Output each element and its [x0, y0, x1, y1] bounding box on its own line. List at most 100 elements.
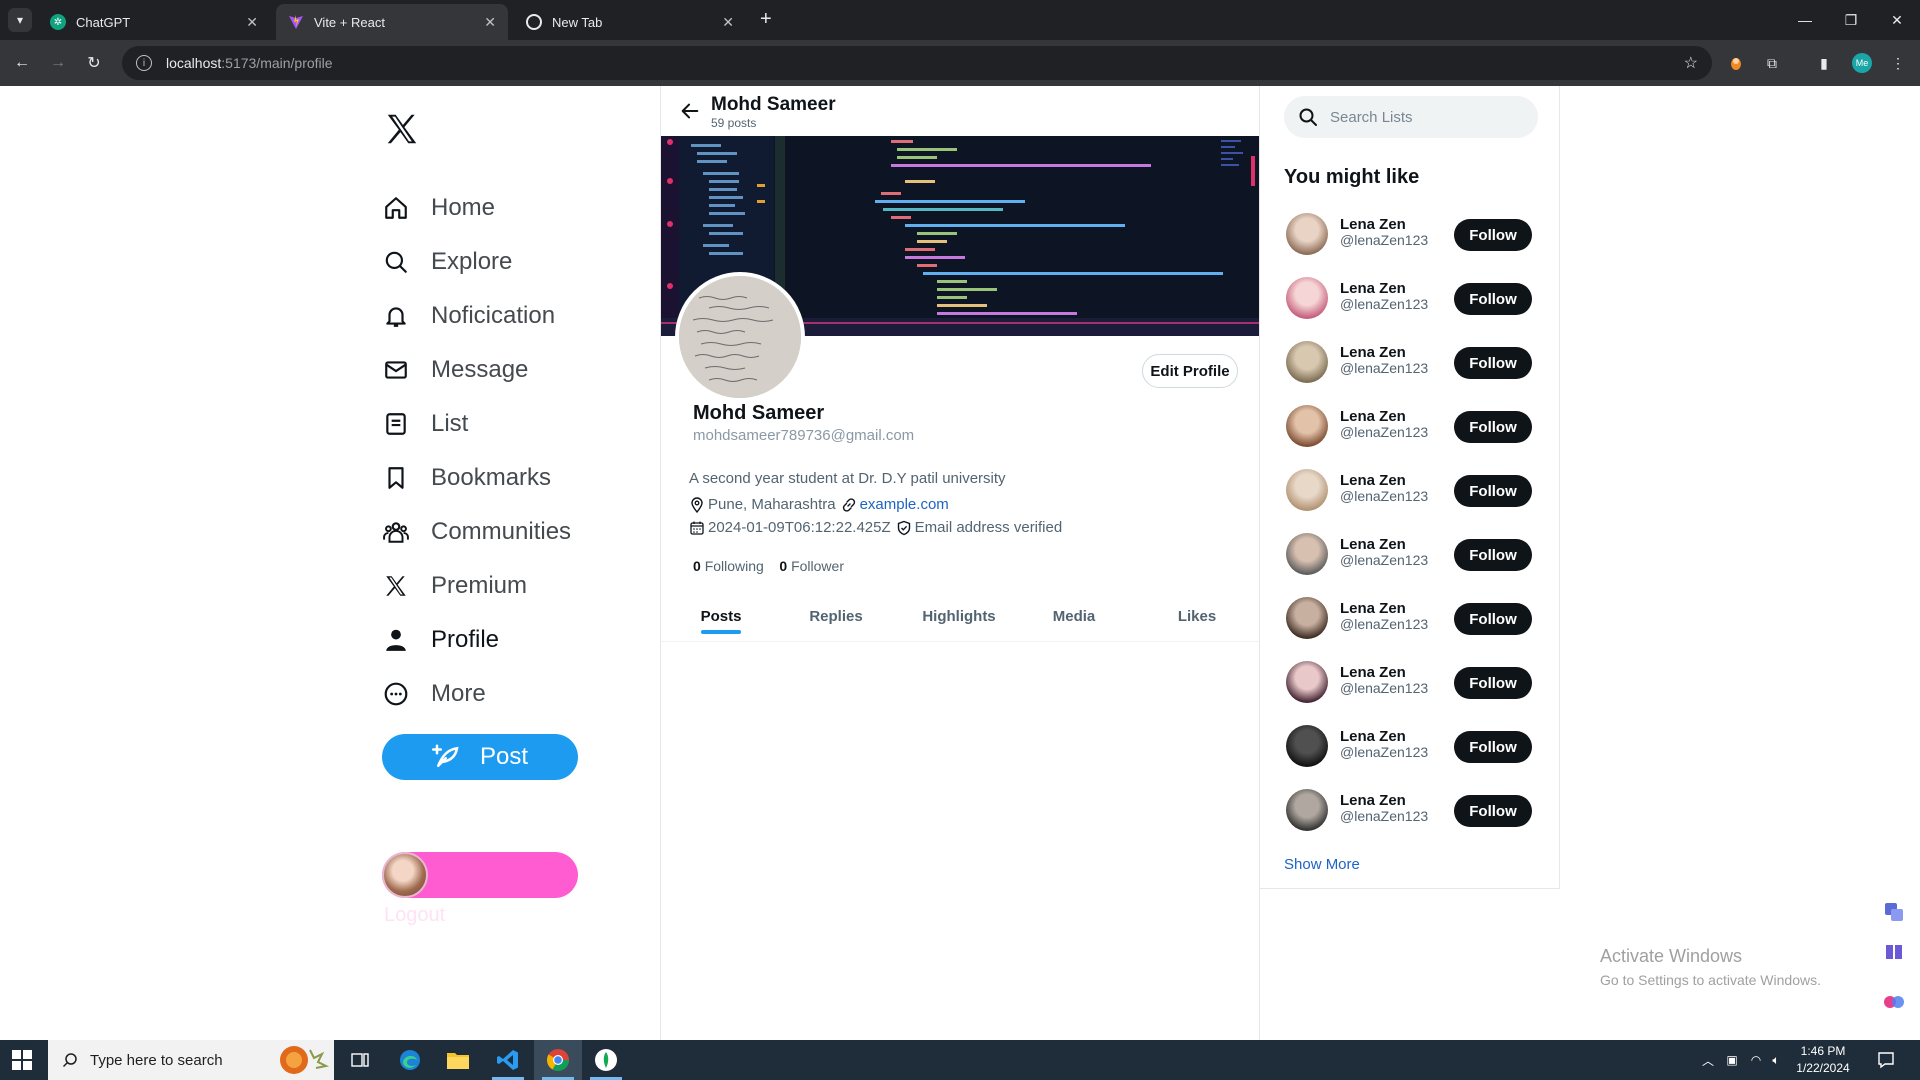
post-button[interactable]: Post	[382, 734, 578, 780]
suggestion-name[interactable]: Lena Zen	[1340, 664, 1406, 681]
site-info-icon[interactable]: i	[136, 55, 152, 71]
tab-new-tab[interactable]: New Tab ✕	[514, 4, 746, 40]
tab-highlights[interactable]: Highlights	[921, 590, 997, 642]
follow-button[interactable]: Follow	[1454, 411, 1532, 443]
bookmark-star-icon[interactable]: ☆	[1684, 53, 1698, 73]
restore-icon[interactable]: ❐	[1828, 0, 1874, 40]
x-logo-icon[interactable]	[383, 110, 421, 148]
follow-button[interactable]: Follow	[1454, 539, 1532, 571]
nav-item-premium[interactable]: Premium	[383, 569, 527, 603]
side-panel-icon[interactable]: ▮	[1814, 53, 1834, 73]
taskbar-search-input[interactable]: Type here to search	[48, 1040, 334, 1080]
tab-media[interactable]: Media	[1051, 590, 1097, 642]
file-explorer-icon[interactable]	[434, 1040, 482, 1080]
suggestion-name[interactable]: Lena Zen	[1340, 600, 1406, 617]
back-icon[interactable]: ←	[10, 51, 34, 75]
suggestion-avatar[interactable]	[1286, 533, 1328, 575]
forward-icon[interactable]: →	[46, 51, 70, 75]
account-switcher[interactable]	[382, 852, 578, 898]
nav-item-home[interactable]: Home	[383, 191, 495, 225]
follow-button[interactable]: Follow	[1454, 475, 1532, 507]
minimize-icon[interactable]: —	[1782, 0, 1828, 40]
address-bar[interactable]: i localhost:5173/main/profile ☆	[122, 46, 1712, 80]
logout-link[interactable]: Logout	[384, 904, 445, 927]
follow-button[interactable]: Follow	[1454, 219, 1532, 251]
suggestion-name[interactable]: Lena Zen	[1340, 280, 1406, 297]
suggestion-avatar[interactable]	[1286, 213, 1328, 255]
suggestion-avatar[interactable]	[1286, 469, 1328, 511]
nav-item-noficication[interactable]: Noficication	[383, 299, 555, 333]
nav-item-bookmarks[interactable]: Bookmarks	[383, 461, 551, 495]
follower-stat[interactable]: 0 Follower	[779, 558, 844, 574]
edge-icon[interactable]	[386, 1040, 434, 1080]
follow-button[interactable]: Follow	[1454, 731, 1532, 763]
tab-search-button[interactable]: ▾	[8, 8, 32, 32]
suggestion-name[interactable]: Lena Zen	[1340, 344, 1406, 361]
tab-chatgpt[interactable]: ✲ ChatGPT ✕	[38, 4, 270, 40]
profile-column: Mohd Sameer 59 posts Edit Profile Mohd S…	[661, 86, 1259, 1040]
close-tab-icon[interactable]: ✕	[484, 14, 496, 31]
suggestion-item: Lena Zen @lenaZen123 Follow	[1286, 209, 1536, 261]
follow-button[interactable]: Follow	[1454, 795, 1532, 827]
close-tab-icon[interactable]: ✕	[246, 14, 258, 31]
suggestion-name[interactable]: Lena Zen	[1340, 728, 1406, 745]
extension-icon[interactable]	[1726, 53, 1746, 73]
chrome-taskbar-icon[interactable]	[534, 1040, 582, 1080]
suggestion-name[interactable]: Lena Zen	[1340, 536, 1406, 553]
suggestion-avatar[interactable]	[1286, 405, 1328, 447]
suggestion-name[interactable]: Lena Zen	[1340, 408, 1406, 425]
profile-header: Mohd Sameer 59 posts	[661, 86, 1259, 136]
follow-button[interactable]: Follow	[1454, 603, 1532, 635]
windows-start-icon[interactable]	[12, 1050, 32, 1070]
back-arrow-icon[interactable]	[679, 100, 701, 122]
suggestion-avatar[interactable]	[1286, 725, 1328, 767]
tray-meet-icon[interactable]: ▣	[1720, 1040, 1744, 1080]
tab-posts[interactable]: Posts	[701, 590, 741, 642]
edit-profile-button[interactable]: Edit Profile	[1142, 354, 1238, 388]
notifications-icon[interactable]	[1866, 1040, 1906, 1080]
suggestion-avatar[interactable]	[1286, 789, 1328, 831]
close-tab-icon[interactable]: ✕	[722, 14, 734, 31]
volume-icon[interactable]: 🔈︎	[1764, 1040, 1788, 1080]
reload-icon[interactable]: ↻	[82, 51, 106, 75]
nav-item-list[interactable]: List	[383, 407, 468, 441]
follow-button[interactable]: Follow	[1454, 283, 1532, 315]
nav-item-profile[interactable]: Profile	[383, 623, 499, 657]
tab-replies[interactable]: Replies	[809, 590, 862, 642]
task-view-icon[interactable]	[336, 1040, 384, 1080]
suggestion-name[interactable]: Lena Zen	[1340, 216, 1406, 233]
suggestion-name[interactable]: Lena Zen	[1340, 472, 1406, 489]
browser-profile-avatar[interactable]: Me	[1852, 53, 1872, 73]
translate-icon[interactable]	[1880, 898, 1908, 926]
follow-button[interactable]: Follow	[1454, 667, 1532, 699]
new-tab-button[interactable]: +	[760, 8, 772, 30]
reader-icon[interactable]	[1880, 938, 1908, 966]
nav-item-explore[interactable]: Explore	[383, 245, 512, 279]
following-stat[interactable]: 0 Following	[693, 558, 764, 574]
window-close-icon[interactable]: ✕	[1874, 0, 1920, 40]
browser-menu-icon[interactable]: ⋮	[1888, 53, 1908, 73]
nav-item-message[interactable]: Message	[383, 353, 528, 387]
suggestion-avatar[interactable]	[1286, 661, 1328, 703]
search-lists-input[interactable]: Search Lists	[1284, 96, 1538, 138]
show-more-link[interactable]: Show More	[1284, 856, 1360, 873]
suggestion-avatar[interactable]	[1286, 341, 1328, 383]
profile-avatar[interactable]	[675, 272, 805, 402]
tab-likes[interactable]: Likes	[1178, 590, 1216, 642]
copilot-icon[interactable]	[1880, 988, 1908, 1016]
browser-tabbar: ▾ ✲ ChatGPT ✕ Vite + React ✕ New Tab ✕ +…	[0, 0, 1920, 40]
suggestion-avatar[interactable]	[1286, 597, 1328, 639]
nav-item-more[interactable]: More	[383, 677, 486, 711]
nav-item-label: Home	[431, 194, 496, 221]
follow-button[interactable]: Follow	[1454, 347, 1532, 379]
tray-chevron-icon[interactable]: ︿	[1696, 1040, 1720, 1080]
profile-website-link[interactable]: example.com	[860, 496, 949, 513]
tab-vite-react[interactable]: Vite + React ✕	[276, 4, 508, 40]
suggestion-name[interactable]: Lena Zen	[1340, 792, 1406, 809]
extensions-puzzle-icon[interactable]: ⧉	[1762, 53, 1782, 73]
suggestion-avatar[interactable]	[1286, 277, 1328, 319]
nav-item-communities[interactable]: Communities	[383, 515, 571, 549]
vscode-icon[interactable]	[484, 1040, 532, 1080]
taskbar-clock[interactable]: 1:46 PM 1/22/2024	[1788, 1043, 1858, 1077]
mongodb-compass-icon[interactable]	[582, 1040, 630, 1080]
